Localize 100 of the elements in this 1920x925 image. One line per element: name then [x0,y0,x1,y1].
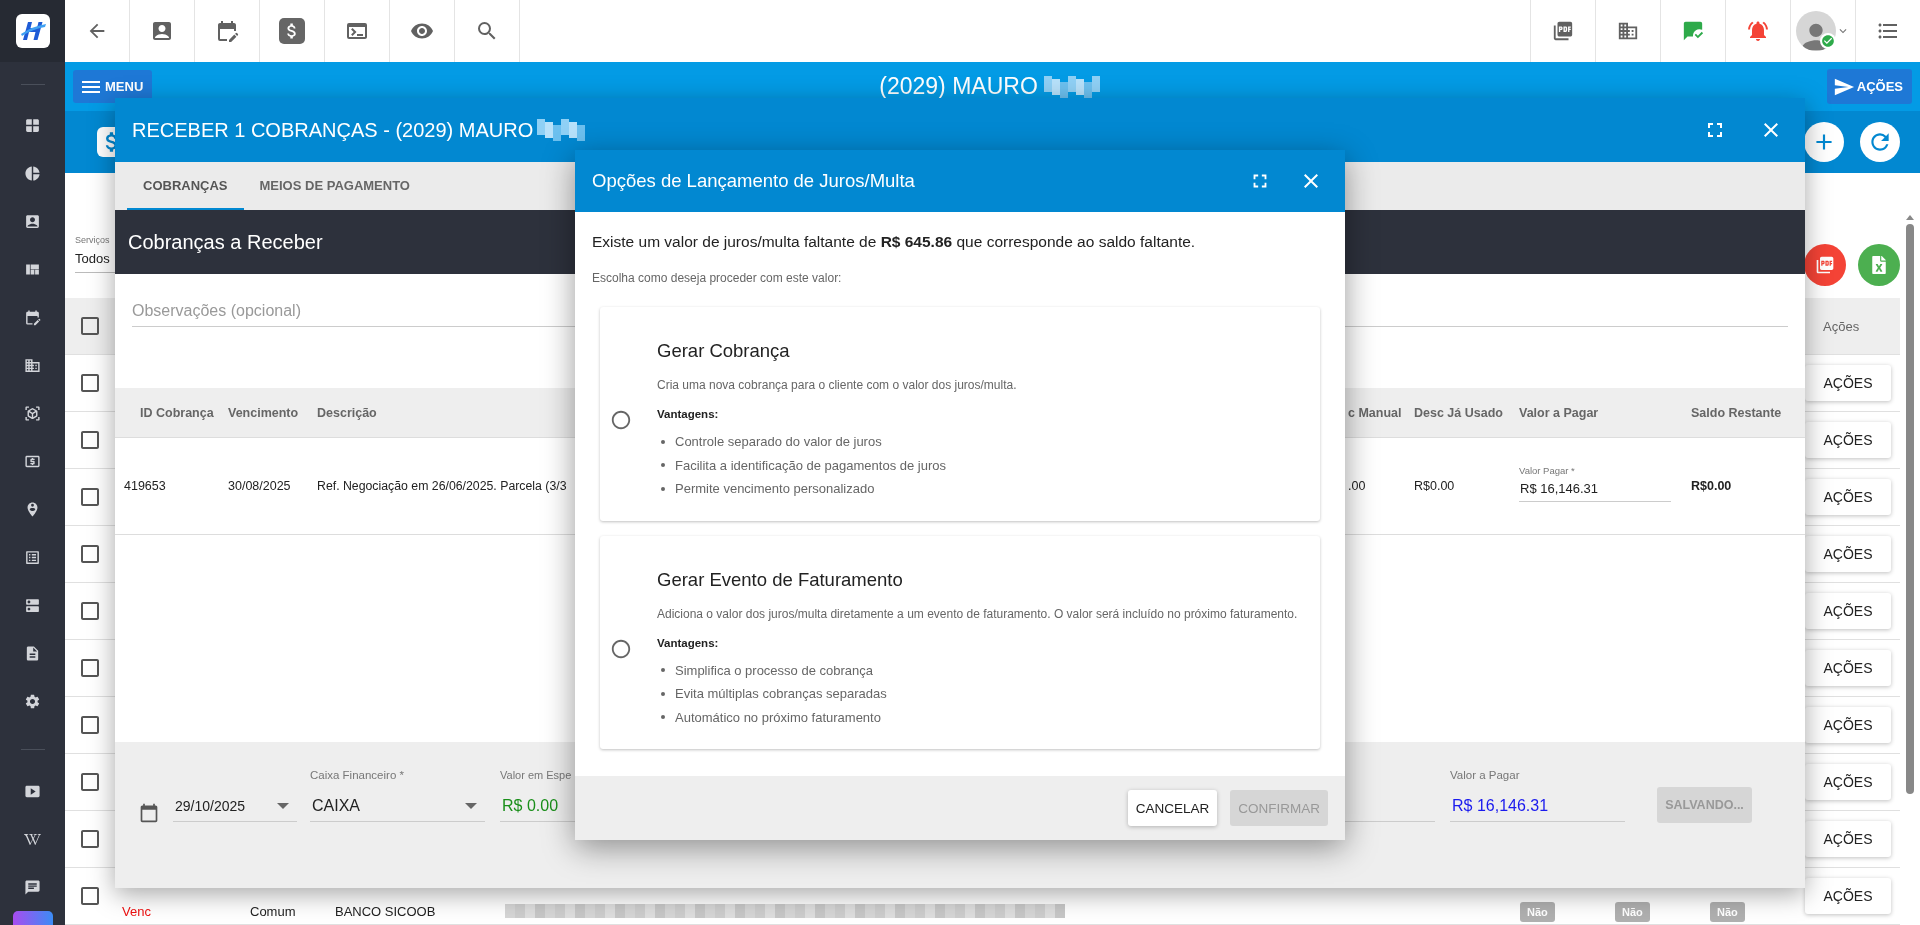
radio-button[interactable] [610,409,632,432]
flag-chip: Não [1710,902,1745,922]
cash-register-select[interactable]: Caixa Financeiro * CAIXA [310,769,485,822]
modal-title: Opções de Lançamento de Juros/Multa [592,170,916,192]
option-description: Cria uma nova cobrança para o cliente com o valor dos juros/multa. [657,377,1018,394]
actions-button[interactable]: AÇÕES [1805,536,1891,572]
actions-button[interactable]: AÇÕES [1805,479,1891,515]
actions-button[interactable]: AÇÕES [1805,707,1891,743]
pdf-button[interactable] [1804,244,1846,286]
radio-button[interactable] [610,637,632,660]
flag-chip: Não [1520,902,1555,922]
pay-amount-field[interactable]: Valor Pagar * R$ 16,146.31 [1519,464,1671,502]
table-cell-text: .00 [1347,479,1366,493]
checkbox[interactable] [78,770,102,794]
actions-button[interactable]: AÇÕES [1805,764,1891,800]
actions-button[interactable]: AÇÕES [1805,422,1891,458]
prompt-text: Escolha como deseja proceder com este valor: [592,271,843,285]
checkbox[interactable] [78,542,102,566]
checkbox[interactable] [78,599,102,623]
checkbox[interactable] [78,713,102,737]
dialog-title: RECEBER 1 COBRANÇAS - (2029) MAURO [132,118,534,142]
checkbox[interactable] [78,656,102,680]
checkbox[interactable] [78,485,102,509]
total-field[interactable]: Valor a Pagar R$ 16,146.31 [1450,769,1625,822]
table-cell-text: 419653 [123,479,166,493]
settings-icon [24,692,41,710]
checkbox[interactable] [78,428,102,452]
bullet-icon [661,486,665,491]
calendar-clock-icon [215,19,239,43]
chat-check-icon [1682,20,1704,42]
dashboard-icon [24,116,41,134]
column-header: ID Cobrança [139,405,214,420]
spreadsheet-icon [1870,256,1888,274]
scroll-up-icon[interactable] [1906,215,1914,220]
advantage-item: Controle separado do valor de juros [675,434,882,450]
checkbox[interactable] [78,884,102,908]
actions-button[interactable]: AÇÕES [1805,365,1891,401]
cancel-button[interactable]: CANCELAR [1127,790,1218,826]
blurred-name [537,119,586,141]
building-icon [1617,20,1639,42]
advantage-item: Facilita a identificação de pagamentos de juros [675,457,946,473]
checkbox[interactable] [78,314,102,338]
page-title: (2029) MAURO [879,73,1038,101]
advantage-item: Automático no próximo faturamento [675,709,881,725]
checkbox[interactable] [78,371,102,395]
actions-button[interactable]: AÇÕES [1826,69,1912,105]
avatar [1796,11,1836,51]
tab[interactable]: MEIOS DE PAGAMENTO [243,162,426,210]
bullet-icon [661,439,665,444]
add-button[interactable] [1804,122,1844,163]
cube-icon [24,404,41,422]
table-cell: 30/08/2025 [228,479,291,493]
dollar-icon [279,18,305,44]
flag-chip: Não [1615,902,1650,922]
chat-icon [24,878,41,896]
app-tile-icon[interactable] [12,911,53,925]
bullet-icon [661,463,665,468]
contact-card-icon [24,212,41,230]
pdf-icon [1815,255,1835,275]
bell-icon [1746,19,1770,43]
refresh-button[interactable] [1860,122,1900,163]
bullet-icon [661,715,665,720]
document-icon [24,644,41,662]
pdf-icon [1552,20,1574,42]
advantage-item: Permite vencimento personalizado [675,481,875,497]
advantage-item: Evita múltiplas cobranças separadas [675,686,887,702]
actions-button[interactable]: AÇÕES [1805,593,1891,629]
option-title: Gerar Evento de Faturamento [657,568,904,591]
blurred-name [1043,75,1100,98]
column-header: Ações [1822,318,1861,334]
excel-button[interactable] [1858,244,1900,286]
checkbox[interactable] [78,827,102,851]
server-icon [24,596,41,614]
column-header: Saldo Restante [1691,405,1782,420]
building-icon [24,356,41,374]
pie-chart-icon [24,164,41,182]
option-description: Adiciona o valor dos juros/multa diretamente a um evento de faturamento. O valor será incluído no próximo faturamento. [657,605,1299,623]
scrollbar-thumb[interactable] [1906,224,1914,794]
logo-icon [15,14,50,48]
table-cell: R$0.00 [1691,479,1732,493]
actions-button[interactable]: AÇÕES [1805,821,1891,857]
actions-button[interactable]: AÇÕES [1805,650,1891,686]
calendar-icon [24,308,41,326]
advantages-label: Vantagens: [657,636,720,649]
calendar-icon[interactable] [139,803,159,823]
column-header: Valor a Pagar [1519,405,1599,420]
contact-card-icon [150,19,174,43]
table-cell-text: BANCO SICOOB [334,902,437,919]
menu-button[interactable]: MENU [73,70,153,104]
message-text: Existe um valor de juros/multa faltante de R$ 645.86 que corresponde ao saldo faltante. [592,233,1197,251]
table-cell-text: Comum [249,902,297,919]
table-cell-text: Venc [121,902,152,919]
caret-icon [465,802,477,809]
advantage-item: Simplifica o processo de cobrança [675,662,873,678]
option-title: Gerar Cobrança [657,340,791,362]
actions-button[interactable]: AÇÕES [1805,878,1891,914]
list-icon [24,548,41,566]
date-field[interactable]: 29/10/2025 [173,769,297,822]
column-header: Descrição [317,405,377,420]
caret-icon [277,802,289,809]
